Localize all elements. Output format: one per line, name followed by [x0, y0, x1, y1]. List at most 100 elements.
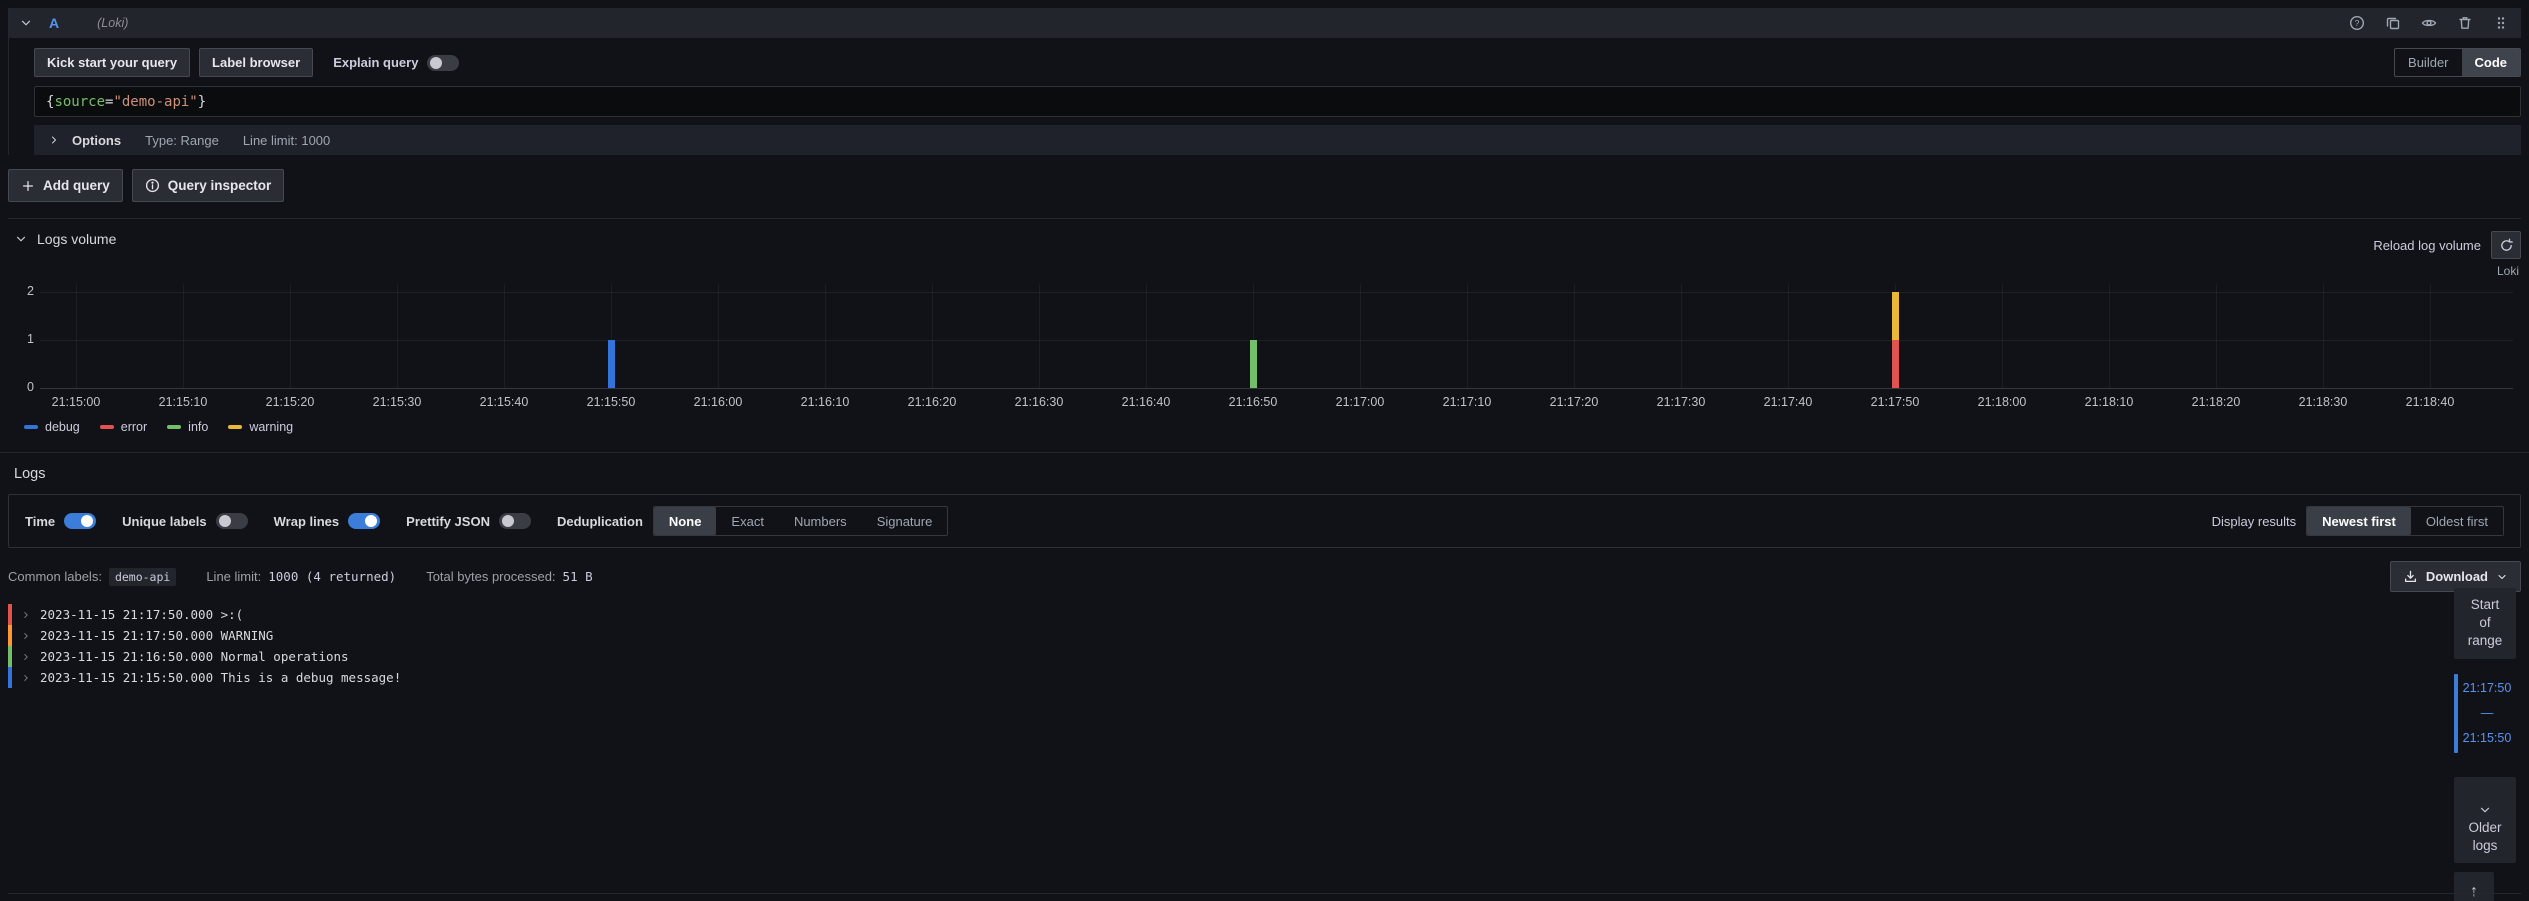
x-axis-tick: 21:17:50: [1853, 395, 1937, 409]
query-row-header: A (Loki) ?: [9, 8, 2521, 38]
chart-vgrid: [2002, 284, 2003, 388]
x-axis-tick: 21:16:40: [1104, 395, 1188, 409]
log-row-expand-chevron-icon[interactable]: [21, 610, 31, 620]
label-browser-button[interactable]: Label browser: [199, 48, 313, 77]
logql-query-input[interactable]: {source="demo-api"}: [34, 86, 2521, 117]
logs-section: Logs Time Unique labels Wrap lines Prett…: [0, 452, 2529, 688]
legend-item-debug[interactable]: debug: [24, 420, 80, 434]
drag-handle-grip-icon[interactable]: [2493, 15, 2509, 31]
legend-item-error[interactable]: error: [100, 420, 147, 434]
log-row-info[interactable]: 2023-11-15 21:16:50.000 Normal operation…: [8, 646, 2448, 667]
chart-vgrid: [1788, 284, 1789, 388]
options-type: Type: Range: [145, 133, 219, 148]
log-row-warning[interactable]: 2023-11-15 21:17:50.000 WARNING: [8, 625, 2448, 646]
y-axis-tick-1: 1: [8, 332, 34, 346]
dedup-option-signature[interactable]: Signature: [862, 507, 948, 535]
start-of-range-button[interactable]: Start of range: [2454, 588, 2516, 659]
range-page-button[interactable]: 21:17:50 — 21:15:50: [2454, 674, 2516, 753]
scroll-to-top-button[interactable]: ↑: [2454, 872, 2494, 901]
logs-volume-collapse[interactable]: Logs volume: [14, 231, 116, 247]
editor-mode-switch: Builder Code: [2394, 48, 2521, 77]
log-line: 2023-11-15 21:17:50.000 WARNING: [40, 628, 273, 643]
legend-label-info: info: [188, 420, 208, 434]
hide-response-eye-icon[interactable]: [2421, 15, 2437, 31]
chart-hgrid-0: [40, 388, 2513, 389]
info-circle-icon: [145, 178, 160, 193]
options-chevron-right-icon: [48, 134, 60, 146]
x-axis-tick: 21:15:20: [248, 395, 332, 409]
sync-icon: [2499, 238, 2514, 253]
x-axis-tick: 21:16:00: [676, 395, 760, 409]
query-ref-id: A: [49, 15, 59, 31]
deduplication-label: Deduplication: [557, 514, 643, 529]
log-row-debug[interactable]: 2023-11-15 21:15:50.000 This is a debug …: [8, 667, 2448, 688]
log-row-expand-chevron-icon[interactable]: [21, 652, 31, 662]
older-logs-chevron-down-icon: [2478, 803, 2492, 817]
legend-label-debug: debug: [45, 420, 80, 434]
explain-query-toggle[interactable]: [427, 55, 459, 71]
dedup-option-none[interactable]: None: [654, 507, 717, 535]
legend-label-warning: warning: [249, 420, 293, 434]
svg-text:?: ?: [2355, 18, 2360, 28]
bar-warning-21:17:50: [1892, 292, 1899, 340]
log-line: 2023-11-15 21:15:50.000 This is a debug …: [40, 670, 401, 685]
time-toggle[interactable]: [64, 513, 96, 529]
x-axis-tick: 21:18:20: [2174, 395, 2258, 409]
code-mode-button[interactable]: Code: [2462, 49, 2521, 76]
chart-vgrid: [397, 284, 398, 388]
unique-labels-toggle[interactable]: [216, 513, 248, 529]
display-option-oldest-first[interactable]: Oldest first: [2411, 507, 2503, 535]
prettify-json-label: Prettify JSON: [406, 514, 490, 529]
query-inspector-button[interactable]: Query inspector: [132, 169, 285, 202]
display-results-radio-group: Newest firstOldest first: [2306, 506, 2504, 536]
plus-icon: [21, 179, 35, 193]
range-separator: —: [2458, 701, 2516, 726]
line-limit-value: 1000 (4 returned): [268, 569, 396, 584]
reload-log-volume-button[interactable]: [2491, 231, 2521, 259]
display-option-newest-first[interactable]: Newest first: [2307, 507, 2411, 535]
x-axis-tick: 21:15:40: [462, 395, 546, 409]
logs-bottom-border: [8, 893, 2521, 894]
x-axis-tick: 21:16:10: [783, 395, 867, 409]
x-axis-tick: 21:17:40: [1746, 395, 1830, 409]
builder-mode-button[interactable]: Builder: [2395, 49, 2461, 76]
x-axis-tick: 21:18:00: [1960, 395, 2044, 409]
legend-item-info[interactable]: info: [167, 420, 208, 434]
log-row-expand-chevron-icon[interactable]: [21, 673, 31, 683]
query-options-row[interactable]: Options Type: Range Line limit: 1000: [34, 125, 2521, 155]
explain-query-label: Explain query: [333, 55, 418, 70]
log-row-expand-chevron-icon[interactable]: [21, 631, 31, 641]
bar-error-21:17:50: [1892, 340, 1899, 388]
duplicate-query-icon[interactable]: [2385, 15, 2401, 31]
x-axis-tick: 21:17:30: [1639, 395, 1723, 409]
older-logs-button[interactable]: Older logs: [2454, 777, 2516, 864]
log-row-error[interactable]: 2023-11-15 21:17:50.000 >:(: [8, 604, 2448, 625]
chart-vgrid: [1467, 284, 1468, 388]
x-axis-tick: 21:17:10: [1425, 395, 1509, 409]
chart-vgrid: [932, 284, 933, 388]
dedup-option-numbers[interactable]: Numbers: [779, 507, 862, 535]
legend-item-warning[interactable]: warning: [228, 420, 293, 434]
common-labels-badge: demo-api: [109, 568, 176, 586]
help-icon[interactable]: ?: [2349, 15, 2365, 31]
chart-vgrid: [2109, 284, 2110, 388]
dedup-option-exact[interactable]: Exact: [716, 507, 779, 535]
log-line: 2023-11-15 21:17:50.000 >:(: [40, 607, 243, 622]
deduplication-radio-group: NoneExactNumbersSignature: [653, 506, 948, 536]
wrap-lines-toggle[interactable]: [348, 513, 380, 529]
add-query-button[interactable]: Add query: [8, 169, 123, 202]
logs-volume-title: Logs volume: [37, 231, 116, 247]
query-token-label: source: [54, 94, 105, 110]
prettify-json-toggle[interactable]: [499, 513, 531, 529]
chart-vgrid: [1146, 284, 1147, 388]
remove-query-trash-icon[interactable]: [2457, 15, 2473, 31]
logs-controls: Time Unique labels Wrap lines Prettify J…: [8, 494, 2521, 548]
line-limit-label: Line limit:: [206, 569, 261, 584]
total-bytes-label: Total bytes processed:: [426, 569, 555, 584]
query-token-punct: =: [105, 94, 113, 110]
collapse-query-chevron-down-icon[interactable]: [19, 16, 33, 30]
x-axis-tick: 21:17:00: [1318, 395, 1402, 409]
common-labels-label: Common labels:: [8, 569, 102, 584]
kick-start-query-button[interactable]: Kick start your query: [34, 48, 190, 77]
x-axis-tick: 21:15:00: [34, 395, 118, 409]
